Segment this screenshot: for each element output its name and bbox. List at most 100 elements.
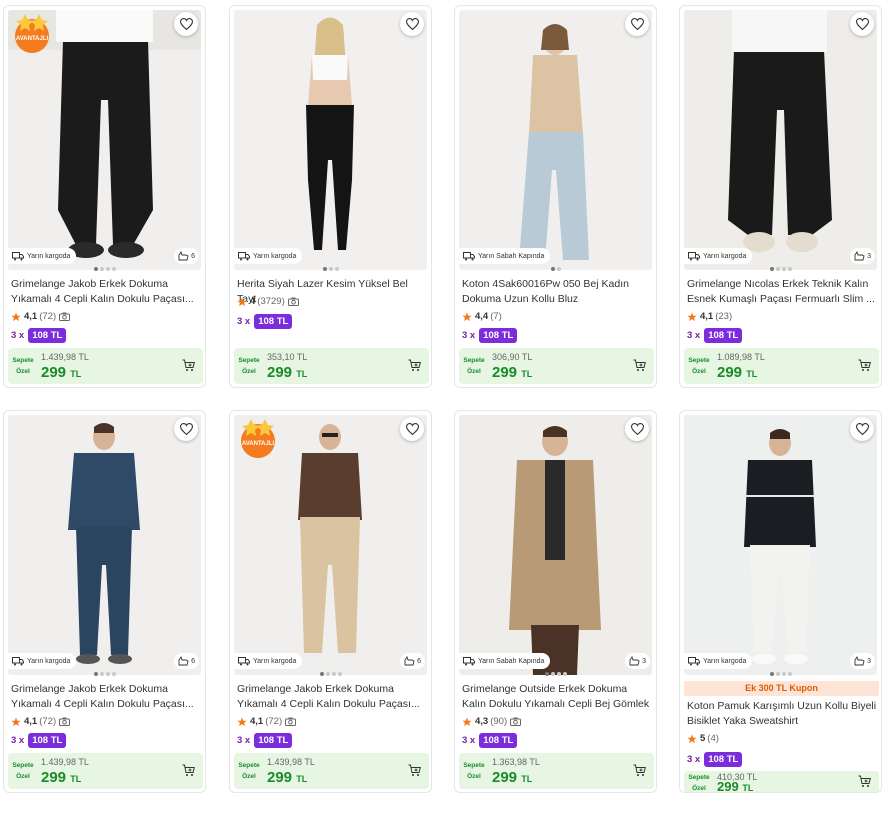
product-card[interactable]: Yarın kargoda Herita Siyah Lazer Kesim Y… [229, 5, 432, 388]
installment-price: 108 TL [254, 733, 293, 748]
old-price: 1.439,98 TL [267, 757, 315, 767]
image-carousel-dots[interactable] [4, 672, 205, 678]
installment-price: 108 TL [704, 328, 743, 343]
views-tag: 6 [400, 653, 425, 669]
product-image[interactable] [684, 415, 877, 675]
image-carousel-dots[interactable] [680, 672, 881, 678]
favorite-button[interactable] [174, 12, 198, 36]
add-to-cart-icon [182, 359, 195, 371]
product-card[interactable]: AVANTAJLI Yarın kargoda 6 Grimelange Jak… [3, 5, 206, 388]
product-name[interactable]: Grimelange Jakob Erkek Dokuma Yıkamalı 4… [11, 682, 201, 712]
product-name[interactable]: Grimelange Jakob Erkek Dokuma Yıkamalı 4… [11, 277, 201, 307]
favorite-button[interactable] [850, 417, 874, 441]
views-count: 6 [191, 252, 195, 260]
product-image[interactable] [459, 10, 652, 270]
star-icon [11, 311, 21, 321]
installment-info: 3 x 108 TL [11, 328, 67, 343]
delivery-truck-icon [688, 251, 700, 260]
shipping-text: Yarın kargoda [703, 657, 747, 665]
shipping-text: Yarın kargoda [27, 657, 71, 665]
hand-views-icon [629, 656, 640, 666]
favorite-button[interactable] [174, 417, 198, 441]
product-card[interactable]: Yarın kargoda 3 Grimelange Nıcolas Erkek… [679, 5, 882, 388]
image-carousel-dots[interactable] [230, 267, 431, 273]
rating-score: 5 [700, 733, 706, 744]
favorite-button[interactable] [850, 12, 874, 36]
add-to-cart-button[interactable] [858, 359, 871, 377]
shipping-text: Yarın kargoda [253, 657, 297, 665]
rating: 4,1 (72) [11, 311, 71, 322]
delivery-truck-icon [12, 251, 24, 260]
shipping-tag: Yarın kargoda [234, 653, 303, 669]
product-card[interactable]: Yarın kargoda 6 Grimelange Jakob Erkek D… [3, 410, 206, 793]
shipping-tag: Yarın kargoda [8, 248, 77, 264]
image-carousel-dots[interactable] [4, 267, 205, 273]
product-card[interactable]: Yarın kargoda 3 Ek 300 TL Kupon Koton Pa… [679, 410, 882, 793]
price-label: Sepete Özel [463, 357, 485, 375]
rating-score: 4,1 [24, 716, 38, 727]
price-label: Sepete Özel [238, 762, 260, 780]
installment-info: 3 x 108 TL [687, 328, 743, 343]
product-name[interactable]: Grimelange Outside Erkek Dokuma Kalın Do… [462, 682, 652, 712]
product-name[interactable]: Koton 4Sak60016Pw 050 Bej Kadın Dokuma U… [462, 277, 652, 307]
product-name[interactable]: Grimelange Nıcolas Erkek Teknik Kalın Es… [687, 277, 877, 307]
favorite-button[interactable] [400, 417, 424, 441]
star-icon [462, 311, 472, 321]
add-to-cart-button[interactable] [408, 359, 421, 377]
product-card[interactable]: AVANTAJLI Yarın kargoda 6 Grimelange Jak… [229, 410, 432, 793]
views-count: 3 [867, 657, 871, 665]
product-card[interactable]: Yarın Sabah Kapında 3 Grimelange Outside… [454, 410, 657, 793]
price-label: Sepete Özel [688, 357, 710, 375]
product-grid: AVANTAJLI Yarın kargoda 6 Grimelange Jak… [0, 0, 882, 813]
installment-price: 108 TL [28, 328, 67, 343]
add-to-cart-icon [633, 764, 646, 776]
star-icon [687, 733, 697, 743]
add-to-cart-button[interactable] [182, 764, 195, 782]
add-to-cart-button[interactable] [408, 764, 421, 782]
favorite-button[interactable] [400, 12, 424, 36]
installment-price: 108 TL [28, 733, 67, 748]
image-carousel-dots[interactable] [455, 672, 656, 678]
add-to-cart-button[interactable] [858, 775, 871, 792]
product-image[interactable] [459, 415, 652, 675]
favorite-button[interactable] [625, 12, 649, 36]
add-to-cart-button[interactable] [633, 764, 646, 782]
heart-outline-icon [179, 423, 193, 435]
camera-icon [510, 717, 522, 726]
add-to-cart-button[interactable] [633, 359, 646, 377]
product-name[interactable]: Grimelange Jakob Erkek Dokuma Yıkamalı 4… [237, 682, 427, 712]
add-to-cart-button[interactable] [182, 359, 195, 377]
price-label: Sepete Özel [12, 762, 34, 780]
image-carousel-dots[interactable] [680, 267, 881, 273]
hand-views-icon [854, 656, 865, 666]
camera-icon [59, 717, 71, 726]
price-label: Sepete Özel [688, 774, 710, 792]
shipping-text: Yarın Sabah Kapında [478, 657, 545, 665]
favorite-button[interactable] [625, 417, 649, 441]
image-carousel-dots[interactable] [455, 267, 656, 273]
rating-score: 4,4 [475, 311, 489, 322]
avantajli-badge-icon: AVANTAJLI [238, 415, 278, 459]
views-tag: 3 [625, 653, 650, 669]
hand-views-icon [404, 656, 415, 666]
product-image[interactable] [234, 10, 427, 270]
new-price: 299 TL [492, 769, 533, 786]
product-name[interactable]: Koton Pamuk Karışımlı Uzun Kollu Biyeli … [687, 699, 877, 729]
image-carousel-dots[interactable] [230, 672, 431, 678]
delivery-truck-icon [688, 656, 700, 665]
product-image[interactable] [8, 415, 201, 675]
product-card[interactable]: Yarın Sabah Kapında Koton 4Sak60016Pw 05… [454, 5, 657, 388]
price-box: Sepete Özel 1.439,98 TL 299 TL [8, 753, 203, 789]
views-tag: 3 [850, 248, 875, 264]
rating-count: (7) [490, 311, 502, 322]
coupon-banner[interactable]: Ek 300 TL Kupon [684, 681, 879, 696]
product-image[interactable] [684, 10, 877, 270]
rating-count: (72) [265, 716, 283, 727]
shipping-text: Yarın kargoda [27, 252, 71, 260]
rating: 4,1 (72) [237, 716, 297, 727]
views-tag: 6 [174, 653, 199, 669]
rating-score: 4,1 [24, 311, 38, 322]
installment-price: 108 TL [254, 314, 293, 329]
rating-score: 4 [250, 296, 256, 307]
installment-count: 3 x [11, 735, 25, 746]
